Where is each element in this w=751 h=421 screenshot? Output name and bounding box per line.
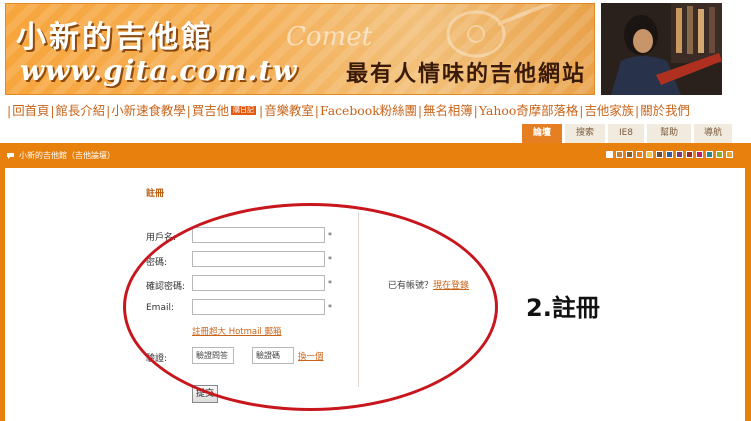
color-swatch[interactable] (616, 151, 623, 158)
main-nav: | 回首頁 | 館長介紹 | 小新速食教學 | 買吉他 購日記 | 音樂教室 |… (6, 101, 690, 119)
color-swatch[interactable] (716, 151, 723, 158)
breadcrumb-link[interactable]: 小新的吉他館（吉他論壇） (19, 150, 115, 161)
nav-item-facebook[interactable]: Facebook粉絲團 (320, 101, 417, 119)
breadcrumb: 小新的吉他館（吉他論壇） (6, 150, 115, 161)
tab-forum[interactable]: 論壇 (522, 124, 562, 143)
username-label: 用戶名: (146, 233, 177, 243)
nav-item-buy-guitar[interactable]: 買吉他 (192, 101, 229, 119)
tab-help[interactable]: 幫助 (647, 124, 691, 143)
captcha-code-field[interactable]: 驗證碼 (252, 347, 294, 364)
password-field[interactable] (192, 251, 325, 267)
register-panel (5, 168, 745, 421)
frame-right-border (745, 168, 751, 421)
login-prompt: 已有帳號？現在登錄 (388, 278, 469, 291)
nav-separator: | (186, 102, 191, 118)
nav-separator: | (7, 102, 12, 118)
forum-header-bar: 小新的吉他館（吉他論壇） (0, 143, 751, 168)
nav-item-quick-lessons[interactable]: 小新速食教學 (111, 101, 185, 119)
nav-separator: | (417, 102, 423, 118)
banner-comet-text: Comet (286, 22, 373, 52)
guitarist-photo (601, 3, 722, 95)
annotation-step-label: 2.註冊 (526, 294, 600, 322)
nav-item-yahoo-blog[interactable]: Yahoo奇摩部落格 (479, 101, 578, 119)
nav-separator: | (473, 102, 478, 118)
forum-tabs: 論壇 搜索 IE8 幫助 導航 (522, 124, 732, 143)
site-name: 小新的吉他館 (16, 20, 214, 55)
nav-item-wretch-album[interactable]: 無名相簿 (423, 101, 473, 119)
speech-bubble-icon (7, 152, 14, 159)
form-divider (358, 212, 359, 387)
confirm-password-field[interactable] (192, 275, 325, 291)
email-label: Email: (146, 303, 175, 313)
color-swatch[interactable] (696, 151, 703, 158)
have-account-text: 已有帳號？ (388, 281, 434, 291)
password-required-mark: * (328, 255, 332, 264)
hotmail-signup-link[interactable]: 註冊超大 Hotmail 郵箱 (192, 325, 282, 337)
username-required-mark: * (328, 231, 332, 240)
nav-separator: | (579, 102, 584, 118)
nav-item-guitar-family[interactable]: 吉他家族 (584, 101, 634, 119)
captcha-label: 驗證: (146, 354, 168, 364)
nav-item-music-school[interactable]: 音樂教室 (264, 101, 314, 119)
guitar-icon (446, 4, 554, 58)
email-field[interactable] (192, 299, 325, 315)
color-swatch[interactable] (676, 151, 683, 158)
password-label: 密碼: (146, 258, 168, 268)
nav-separator: | (259, 102, 264, 118)
nav-separator: | (314, 102, 319, 118)
captcha-refresh-link[interactable]: 換一個 (298, 350, 324, 362)
color-swatch[interactable] (666, 151, 673, 158)
site-banner[interactable]: Comet 小新的吉他館 www.gita.com.tw 最有人情味的吉他網站 (5, 3, 595, 95)
color-swatch[interactable] (626, 151, 633, 158)
site-slogan: 最有人情味的吉他網站 (346, 61, 587, 87)
nav-separator: | (50, 102, 55, 118)
username-field[interactable] (192, 227, 325, 243)
tab-search[interactable]: 搜索 (565, 124, 605, 143)
tab-ie8[interactable]: IE8 (608, 124, 644, 143)
site-url: www.gita.com.tw (20, 54, 298, 87)
color-swatch[interactable] (726, 151, 733, 158)
nav-item-about-us[interactable]: 關於我們 (640, 101, 690, 119)
color-swatch[interactable] (636, 151, 643, 158)
confirm-password-required-mark: * (328, 279, 332, 288)
nav-item-owner-intro[interactable]: 館長介紹 (56, 101, 106, 119)
submit-button[interactable]: 提交 (192, 385, 218, 403)
color-swatch[interactable] (606, 151, 613, 158)
nav-separator: | (106, 102, 111, 118)
login-now-link[interactable]: 現在登錄 (433, 281, 469, 291)
color-swatch[interactable] (686, 151, 693, 158)
confirm-password-label: 確認密碼: (146, 282, 186, 292)
color-swatches (606, 151, 733, 158)
register-title: 註冊 (146, 189, 165, 199)
color-swatch[interactable] (646, 151, 653, 158)
color-swatch[interactable] (706, 151, 713, 158)
nav-badge[interactable]: 購日記 (231, 105, 256, 115)
captcha-question-field[interactable]: 驗證問答 (192, 347, 234, 364)
nav-separator: | (635, 102, 640, 118)
color-swatch[interactable] (656, 151, 663, 158)
guitarist-image (601, 3, 722, 95)
email-required-mark: * (328, 303, 332, 312)
tab-navigation[interactable]: 導航 (694, 124, 732, 143)
nav-item-home[interactable]: 回首頁 (12, 101, 49, 119)
